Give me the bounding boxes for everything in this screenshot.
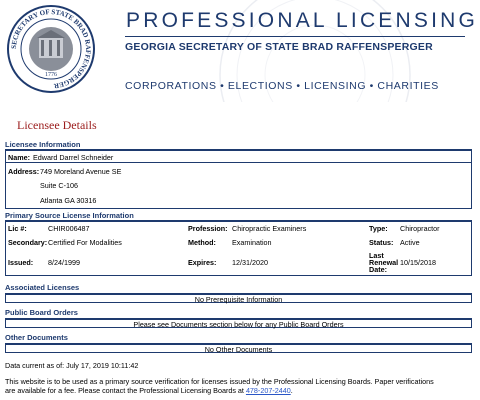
issued-label: Issued:	[8, 258, 34, 267]
licensee-section: Licensee Information Name: Edward Darrel…	[5, 140, 472, 209]
board-orders-section: Public Board Orders Please see Documents…	[5, 308, 472, 329]
division-nav: CORPORATIONS • ELECTIONS • LICENSING • C…	[125, 80, 439, 92]
primary-license-section: Primary Source License Information Lic #…	[5, 211, 472, 276]
other-documents-box: No Other Documents	[5, 343, 472, 354]
profession-label: Profession:	[188, 224, 228, 233]
issued-value: 8/24/1999	[48, 258, 80, 267]
associated-licenses-box: No Prerequisite Information	[5, 293, 472, 304]
disclaimer-line2: are available for a fee. Please contact …	[5, 386, 293, 395]
expires-label: Expires:	[188, 258, 217, 267]
board-orders-box: Please see Documents section below for a…	[5, 318, 472, 329]
name-row: Name: Edward Darrel Schneider	[6, 151, 471, 163]
lic-value: CHIR006487	[48, 224, 90, 233]
secondary-value: Certified For Modalities	[48, 238, 122, 247]
section-heading: Other Documents	[5, 333, 68, 342]
renewal-value: 10/15/2018	[400, 258, 436, 267]
profession-value: Chiropractic Examiners	[232, 224, 307, 233]
seal-year: 1776	[45, 72, 57, 78]
method-value: Examination	[232, 238, 272, 247]
status-value: Active	[400, 238, 420, 247]
data-current-timestamp: Data current as of: July 17, 2019 10:11:…	[5, 361, 139, 370]
method-label: Method:	[188, 238, 216, 247]
other-documents-section: Other Documents No Other Documents	[5, 333, 472, 354]
address-line1: 749 Moreland Avenue SE	[40, 167, 122, 176]
section-heading: Primary Source License Information	[5, 211, 134, 220]
disclaimer-text: are available for a fee. Please contact …	[5, 386, 244, 395]
expires-value: 12/31/2020	[232, 258, 268, 267]
licensee-box: Name: Edward Darrel Schneider Address: 7…	[5, 149, 472, 209]
lic-label: Lic #:	[8, 224, 27, 233]
name-label: Name:	[8, 153, 30, 162]
address-line2: Suite C-106	[40, 181, 78, 190]
site-title: PROFESSIONAL LICENSING	[126, 9, 479, 32]
georgia-seal-logo: SECRETARY OF STATE BRAD RAFFENSPERGER 17…	[7, 5, 95, 93]
address-label: Address:	[8, 167, 40, 176]
status-label: Status:	[369, 238, 394, 247]
renewal-label-line3: Date:	[369, 265, 387, 274]
type-label: Type:	[369, 224, 388, 233]
section-heading: Public Board Orders	[5, 308, 78, 317]
page-title: Licensee Details	[17, 118, 97, 132]
address-row: Address: 749 Moreland Avenue SE Suite C-…	[6, 163, 471, 208]
site-subtitle: GEORGIA SECRETARY OF STATE BRAD RAFFENSP…	[125, 41, 433, 53]
associated-licenses-section: Associated Licenses No Prerequisite Info…	[5, 283, 472, 304]
disclaimer-line1: This website is to be used as a primary …	[5, 377, 434, 386]
disclaimer-period: .	[290, 386, 293, 395]
type-value: Chiropractor	[400, 224, 440, 233]
secondary-label: Secondary:	[8, 238, 48, 247]
section-heading: Associated Licenses	[5, 283, 80, 292]
title-divider	[125, 36, 465, 37]
phone-link[interactable]: 478-207-2440	[246, 386, 291, 395]
name-value: Edward Darrel Schneider	[33, 153, 114, 162]
section-heading: Licensee Information	[5, 140, 81, 149]
header-banner: SECRETARY OF STATE BRAD RAFFENSPERGER 17…	[0, 0, 480, 102]
address-line3: Atlanta GA 30316	[40, 196, 97, 205]
primary-license-box: Lic #: CHIR006487 Profession: Chiropract…	[5, 220, 472, 276]
